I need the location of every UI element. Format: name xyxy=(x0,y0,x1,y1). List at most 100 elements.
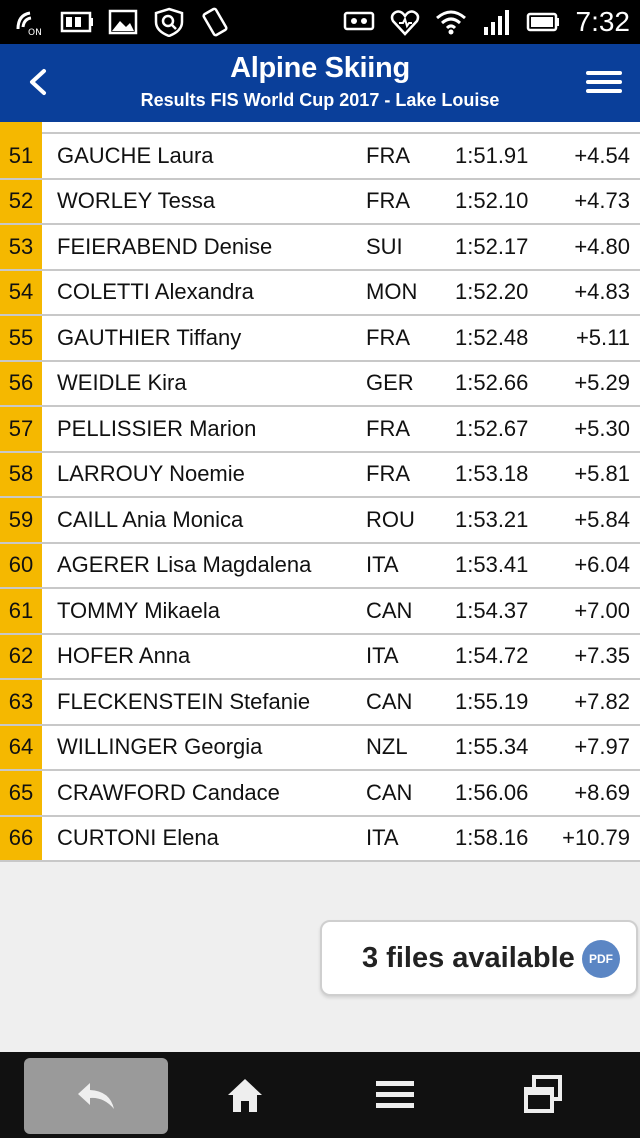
nation-code: ROU xyxy=(366,506,415,532)
nav-home-button[interactable] xyxy=(220,1070,270,1120)
menu-line xyxy=(586,89,622,93)
nav-menu-button[interactable] xyxy=(370,1070,420,1120)
athlete-name: AGERER Lisa Magdalena xyxy=(57,552,312,578)
menu-line xyxy=(586,71,622,75)
nav-recent-button[interactable] xyxy=(518,1070,568,1120)
race-time: 1:55.19 xyxy=(455,688,529,714)
rank-cell: 58 xyxy=(0,452,42,496)
athlete-name: CURTONI Elena xyxy=(57,825,219,851)
table-row[interactable]: 54 COLETTI Alexandra MON 1:52.20 +4.83 xyxy=(0,270,640,316)
table-row[interactable]: 52 WORLEY Tessa FRA 1:52.10 +4.73 xyxy=(0,179,640,225)
table-row[interactable]: 58 LARROUY Noemie FRA 1:53.18 +5.81 xyxy=(0,452,640,498)
athlete-name: GAUTHIER Tiffany xyxy=(57,324,242,350)
rank-cell: 63 xyxy=(0,680,42,724)
race-time: 1:54.37 xyxy=(455,597,529,623)
recent-apps-icon xyxy=(524,1075,562,1113)
heart-sync-icon xyxy=(388,7,422,37)
nation-code: FRA xyxy=(366,142,410,168)
table-row[interactable]: 60 AGERER Lisa Magdalena ITA 1:53.41 +6.04 xyxy=(0,543,640,589)
table-row[interactable]: 64 WILLINGER Georgia NZL 1:55.34 +7.97 xyxy=(0,725,640,771)
cast-icon xyxy=(342,7,376,37)
rank-cell: 51 xyxy=(0,134,42,178)
nation-code: MON xyxy=(366,279,418,305)
time-difference: +6.04 xyxy=(574,552,630,578)
table-row[interactable]: 57 PELLISSIER Marion FRA 1:52.67 +5.30 xyxy=(0,407,640,453)
rank-cell: 59 xyxy=(0,498,42,542)
rank-cell: 56 xyxy=(0,361,42,405)
rank-cell: 52 xyxy=(0,179,42,223)
table-row[interactable]: 56 WEIDLE Kira GER 1:52.66 +5.29 xyxy=(0,361,640,407)
page-title: Alpine Skiing xyxy=(230,52,410,84)
rank-cell: 53 xyxy=(0,225,42,269)
table-row[interactable]: 62 HOFER Anna ITA 1:54.72 +7.35 xyxy=(0,634,640,680)
time-difference: +5.81 xyxy=(574,461,630,487)
race-time: 1:56.06 xyxy=(455,779,529,805)
time-difference: +5.29 xyxy=(574,370,630,396)
time-difference: +8.69 xyxy=(574,779,630,805)
athlete-name: PELLISSIER Marion xyxy=(57,415,257,441)
nfc-on-icon: ON xyxy=(14,7,48,37)
table-row[interactable]: 66 CURTONI Elena ITA 1:58.16 +10.79 xyxy=(0,816,640,862)
rank-cell: 65 xyxy=(0,771,42,815)
rank-cell: 62 xyxy=(0,634,42,678)
athlete-name: CRAWFORD Candace xyxy=(57,779,280,805)
race-time: 1:53.21 xyxy=(455,506,529,532)
table-row[interactable]: 61 TOMMY Mikaela CAN 1:54.37 +7.00 xyxy=(0,589,640,635)
race-time: 1:52.67 xyxy=(455,415,529,441)
race-time: 1:52.20 xyxy=(455,279,529,305)
table-row[interactable]: 63 FLECKENSTEIN Stefanie CAN 1:55.19 +7.82 xyxy=(0,680,640,726)
time-difference: +4.80 xyxy=(574,233,630,259)
status-left: ON xyxy=(14,7,232,37)
rank-cell: 66 xyxy=(0,816,42,860)
time-difference: +5.84 xyxy=(574,506,630,532)
athlete-name: TOMMY Mikaela xyxy=(57,597,221,623)
nav-back-button[interactable] xyxy=(24,1058,168,1134)
time-difference: +7.35 xyxy=(574,643,630,669)
race-time: 1:52.17 xyxy=(455,233,529,259)
files-available-button[interactable]: 3 files available PDF xyxy=(320,920,638,996)
back-icon xyxy=(78,1083,114,1109)
nation-code: FRA xyxy=(366,461,410,487)
time-difference: +4.54 xyxy=(574,142,630,168)
table-row[interactable]: 59 CAILL Ania Monica ROU 1:53.21 +5.84 xyxy=(0,498,640,544)
race-time: 1:52.48 xyxy=(455,324,529,350)
status-right: 7:32 xyxy=(342,6,630,38)
nation-code: ITA xyxy=(366,825,399,851)
rank-cell: 60 xyxy=(0,543,42,587)
hamburger-menu-icon[interactable] xyxy=(586,64,622,100)
svg-text:ON: ON xyxy=(28,28,42,37)
race-time: 1:52.10 xyxy=(455,188,529,214)
rank-cell: 57 xyxy=(0,407,42,451)
rank-bar xyxy=(0,122,42,134)
nation-code: NZL xyxy=(366,734,408,760)
time-difference: +4.83 xyxy=(574,279,630,305)
nation-code: CAN xyxy=(366,779,413,805)
time-difference: +7.97 xyxy=(574,734,630,760)
results-rows: 51 GAUCHE Laura FRA 1:51.91 +4.54 52 WORLEY Te… xyxy=(0,134,640,862)
athlete-name: FLECKENSTEIN Stefanie xyxy=(57,688,311,714)
time-difference: +5.11 xyxy=(575,324,630,350)
race-time: 1:51.91 xyxy=(455,142,529,168)
table-row[interactable]: 51 GAUCHE Laura FRA 1:51.91 +4.54 xyxy=(0,134,640,180)
race-time: 1:55.34 xyxy=(455,734,529,760)
nation-code: ITA xyxy=(366,643,399,669)
athlete-name: FEIERABEND Denise xyxy=(57,233,273,259)
nation-code: FRA xyxy=(366,188,410,214)
table-row[interactable]: 53 FEIERABEND Denise SUI 1:52.17 +4.80 xyxy=(0,225,640,271)
race-time: 1:53.41 xyxy=(455,552,529,578)
race-time: 1:52.66 xyxy=(455,370,529,396)
app-header: Alpine Skiing Results FIS World Cup 2017… xyxy=(0,44,640,122)
signal-icon xyxy=(480,7,514,37)
shield-search-icon xyxy=(152,7,186,37)
nation-code: CAN xyxy=(366,597,413,623)
nation-code: FRA xyxy=(366,415,410,441)
table-row[interactable]: 55 GAUTHIER Tiffany FRA 1:52.48 +5.11 xyxy=(0,316,640,362)
athlete-name: WILLINGER Georgia xyxy=(57,734,263,760)
table-row[interactable]: 65 CRAWFORD Candace CAN 1:56.06 +8.69 xyxy=(0,771,640,817)
menu-icon xyxy=(376,1081,414,1108)
time-difference: +10.79 xyxy=(562,825,630,851)
athlete-name: CAILL Ania Monica xyxy=(57,506,244,532)
rank-cell: 61 xyxy=(0,589,42,633)
athlete-name: COLETTI Alexandra xyxy=(57,279,254,305)
battery-icon xyxy=(526,7,560,37)
